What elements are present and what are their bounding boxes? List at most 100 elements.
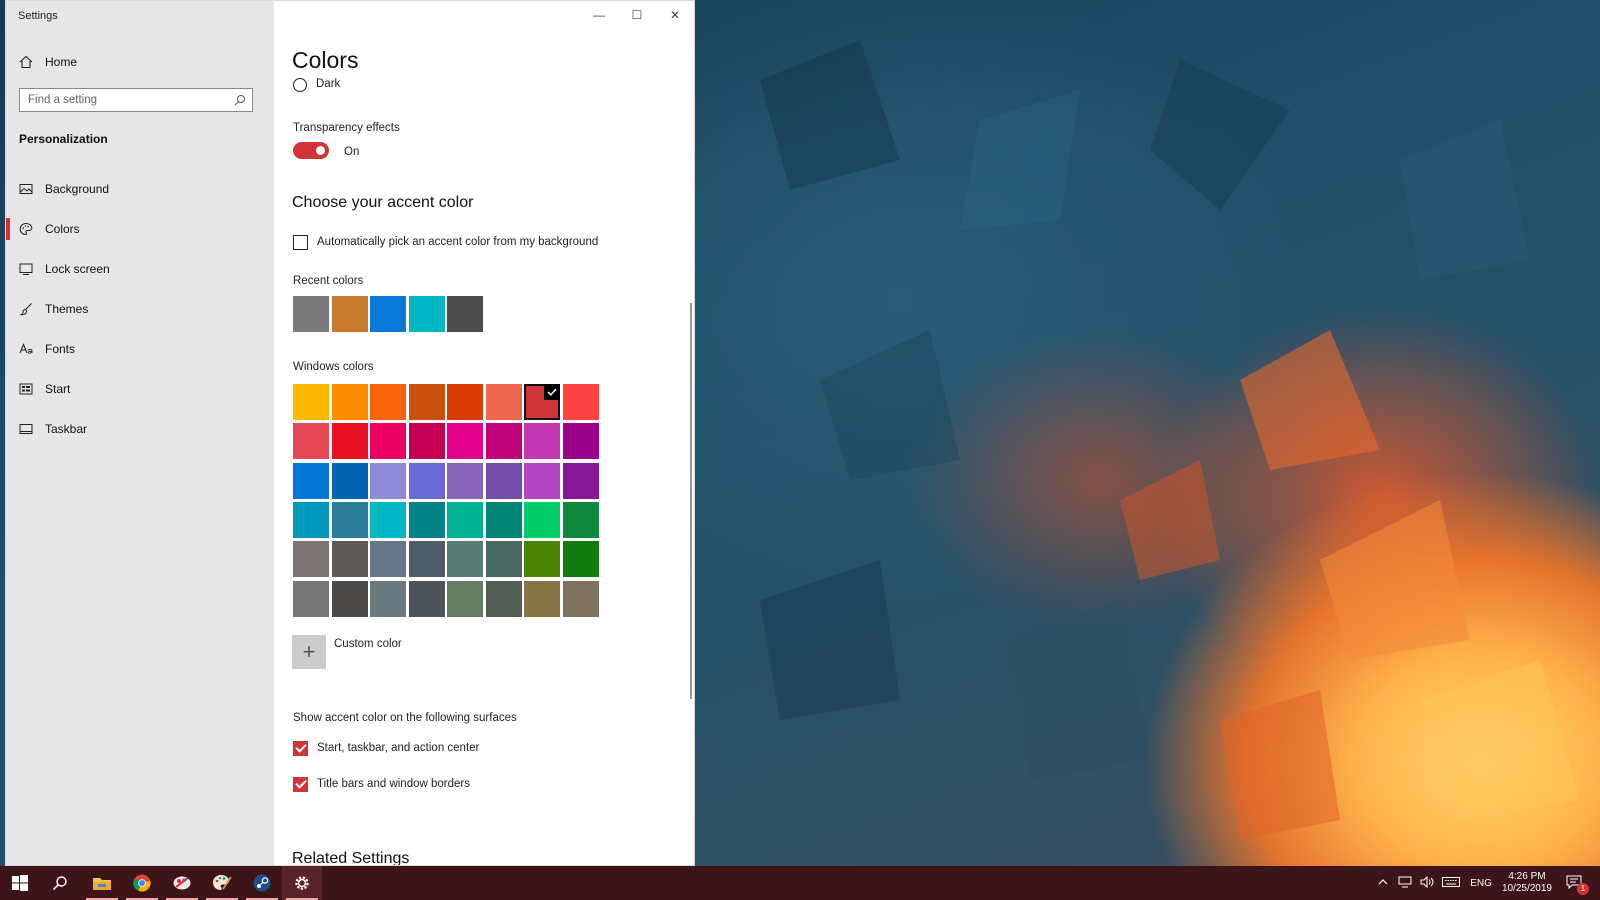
windows-color-swatch[interactable] bbox=[370, 580, 406, 617]
sidebar-item-fonts[interactable]: Fonts bbox=[19, 339, 75, 359]
sidebar-item-start[interactable]: Start bbox=[19, 379, 70, 399]
windows-color-swatch[interactable] bbox=[524, 462, 560, 499]
settings-button[interactable] bbox=[282, 866, 322, 900]
windows-color-swatch[interactable] bbox=[562, 423, 599, 460]
windows-color-swatch[interactable] bbox=[293, 580, 329, 617]
windows-color-swatch[interactable] bbox=[447, 501, 483, 538]
windows-color-swatch[interactable] bbox=[485, 541, 522, 578]
recent-color-swatch[interactable] bbox=[293, 296, 329, 332]
windows-color-swatch[interactable] bbox=[485, 580, 522, 617]
volume-icon[interactable] bbox=[1420, 875, 1434, 891]
paint-palette-icon bbox=[213, 875, 232, 890]
sidebar: Settings Home Find a setting Personaliza… bbox=[6, 1, 274, 865]
palette-icon bbox=[19, 222, 33, 236]
windows-color-swatch[interactable] bbox=[562, 462, 599, 499]
windows-color-swatch[interactable] bbox=[331, 501, 368, 538]
clock[interactable]: 4:26 PM 10/25/2019 bbox=[1502, 871, 1552, 895]
dark-mode-label: Dark bbox=[316, 78, 341, 90]
background-picture-icon bbox=[19, 182, 33, 196]
file-explorer-button[interactable] bbox=[82, 866, 122, 900]
windows-color-swatch[interactable] bbox=[408, 384, 445, 420]
auto-accent-checkbox[interactable] bbox=[293, 235, 308, 250]
windows-color-swatch[interactable] bbox=[293, 384, 329, 420]
show-hidden-icons-chevron-icon[interactable] bbox=[1378, 878, 1388, 889]
chrome-button[interactable] bbox=[122, 866, 162, 900]
windows-color-swatch[interactable] bbox=[562, 384, 599, 420]
sidebar-item-lock-screen[interactable]: Lock screen bbox=[19, 259, 110, 279]
sidebar-home[interactable]: Home bbox=[19, 52, 77, 72]
recent-color-swatch[interactable] bbox=[370, 296, 406, 332]
surface-start-checkbox[interactable] bbox=[293, 741, 308, 756]
close-button[interactable]: ✕ bbox=[656, 1, 694, 29]
maximize-button[interactable]: ☐ bbox=[618, 1, 656, 29]
keyboard-icon[interactable] bbox=[1442, 876, 1461, 890]
paint-button[interactable] bbox=[202, 866, 242, 900]
windows-color-swatch[interactable] bbox=[408, 541, 445, 578]
network-icon[interactable] bbox=[1398, 876, 1412, 891]
windows-color-swatch[interactable] bbox=[524, 501, 560, 538]
windows-color-swatch[interactable] bbox=[562, 541, 599, 578]
custom-color-label[interactable]: Custom color bbox=[334, 638, 402, 650]
windows-color-swatch[interactable] bbox=[447, 541, 483, 578]
language-indicator[interactable]: ENG bbox=[1470, 878, 1492, 889]
windows-color-swatch[interactable] bbox=[485, 423, 522, 460]
custom-color-button[interactable]: + bbox=[292, 635, 326, 669]
search-icon bbox=[234, 95, 245, 106]
windows-color-swatch[interactable] bbox=[485, 501, 522, 538]
windows-color-swatch[interactable] bbox=[562, 501, 599, 538]
recent-color-swatch[interactable] bbox=[331, 296, 368, 332]
windows-color-swatch[interactable] bbox=[293, 501, 329, 538]
windows-color-swatch[interactable] bbox=[447, 462, 483, 499]
windows-color-swatch[interactable] bbox=[485, 462, 522, 499]
windows-color-swatch[interactable] bbox=[370, 423, 406, 460]
windows-color-swatch[interactable] bbox=[370, 501, 406, 538]
windows-color-swatch[interactable] bbox=[293, 423, 329, 460]
windows-color-swatch[interactable] bbox=[562, 580, 599, 617]
sidebar-item-colors[interactable]: Colors bbox=[19, 219, 80, 239]
windows-color-swatch[interactable] bbox=[370, 541, 406, 578]
windows-color-swatch[interactable] bbox=[485, 384, 522, 420]
surfaces-label: Show accent color on the following surfa… bbox=[293, 712, 517, 724]
search-button[interactable] bbox=[40, 866, 80, 900]
minimize-button[interactable]: — bbox=[580, 1, 618, 29]
action-center-icon[interactable]: 1 bbox=[1566, 875, 1589, 895]
windows-color-swatch[interactable] bbox=[408, 423, 445, 460]
windows-color-swatch[interactable] bbox=[331, 541, 368, 578]
home-icon bbox=[19, 55, 33, 69]
scrollbar[interactable] bbox=[690, 303, 692, 699]
paint-3d-button[interactable] bbox=[162, 866, 202, 900]
windows-color-swatch[interactable] bbox=[524, 384, 560, 420]
sidebar-item-taskbar[interactable]: Taskbar bbox=[19, 419, 87, 439]
windows-color-swatch[interactable] bbox=[524, 541, 560, 578]
windows-color-swatch[interactable] bbox=[524, 423, 560, 460]
transparency-toggle[interactable] bbox=[293, 142, 329, 159]
recent-colors-label: Recent colors bbox=[293, 275, 364, 287]
recent-color-swatch[interactable] bbox=[447, 296, 483, 332]
sidebar-item-background[interactable]: Background bbox=[19, 179, 109, 199]
dark-mode-radio[interactable] bbox=[293, 78, 307, 92]
windows-color-swatch[interactable] bbox=[447, 580, 483, 617]
windows-color-swatch[interactable] bbox=[408, 501, 445, 538]
windows-color-swatch[interactable] bbox=[447, 384, 483, 420]
windows-color-swatch[interactable] bbox=[331, 384, 368, 420]
surface-titlebars-checkbox[interactable] bbox=[293, 777, 308, 792]
windows-color-swatch[interactable] bbox=[293, 462, 329, 499]
sidebar-item-themes[interactable]: Themes bbox=[19, 299, 88, 319]
search-input[interactable]: Find a setting bbox=[19, 88, 253, 112]
sidebar-item-label: Fonts bbox=[45, 342, 76, 356]
start-button[interactable] bbox=[0, 866, 40, 900]
windows-color-swatch[interactable] bbox=[524, 580, 560, 617]
windows-color-swatch[interactable] bbox=[331, 580, 368, 617]
steam-button[interactable] bbox=[242, 866, 282, 900]
windows-color-swatch[interactable] bbox=[331, 423, 368, 460]
windows-color-swatch[interactable] bbox=[447, 423, 483, 460]
sidebar-item-label: Themes bbox=[45, 302, 89, 316]
windows-color-swatch[interactable] bbox=[370, 384, 406, 420]
windows-colors-label: Windows colors bbox=[293, 361, 374, 373]
windows-color-swatch[interactable] bbox=[370, 462, 406, 499]
windows-color-swatch[interactable] bbox=[408, 462, 445, 499]
windows-color-swatch[interactable] bbox=[408, 580, 445, 617]
recent-color-swatch[interactable] bbox=[408, 296, 445, 332]
windows-color-swatch[interactable] bbox=[331, 462, 368, 499]
windows-color-swatch[interactable] bbox=[293, 541, 329, 578]
